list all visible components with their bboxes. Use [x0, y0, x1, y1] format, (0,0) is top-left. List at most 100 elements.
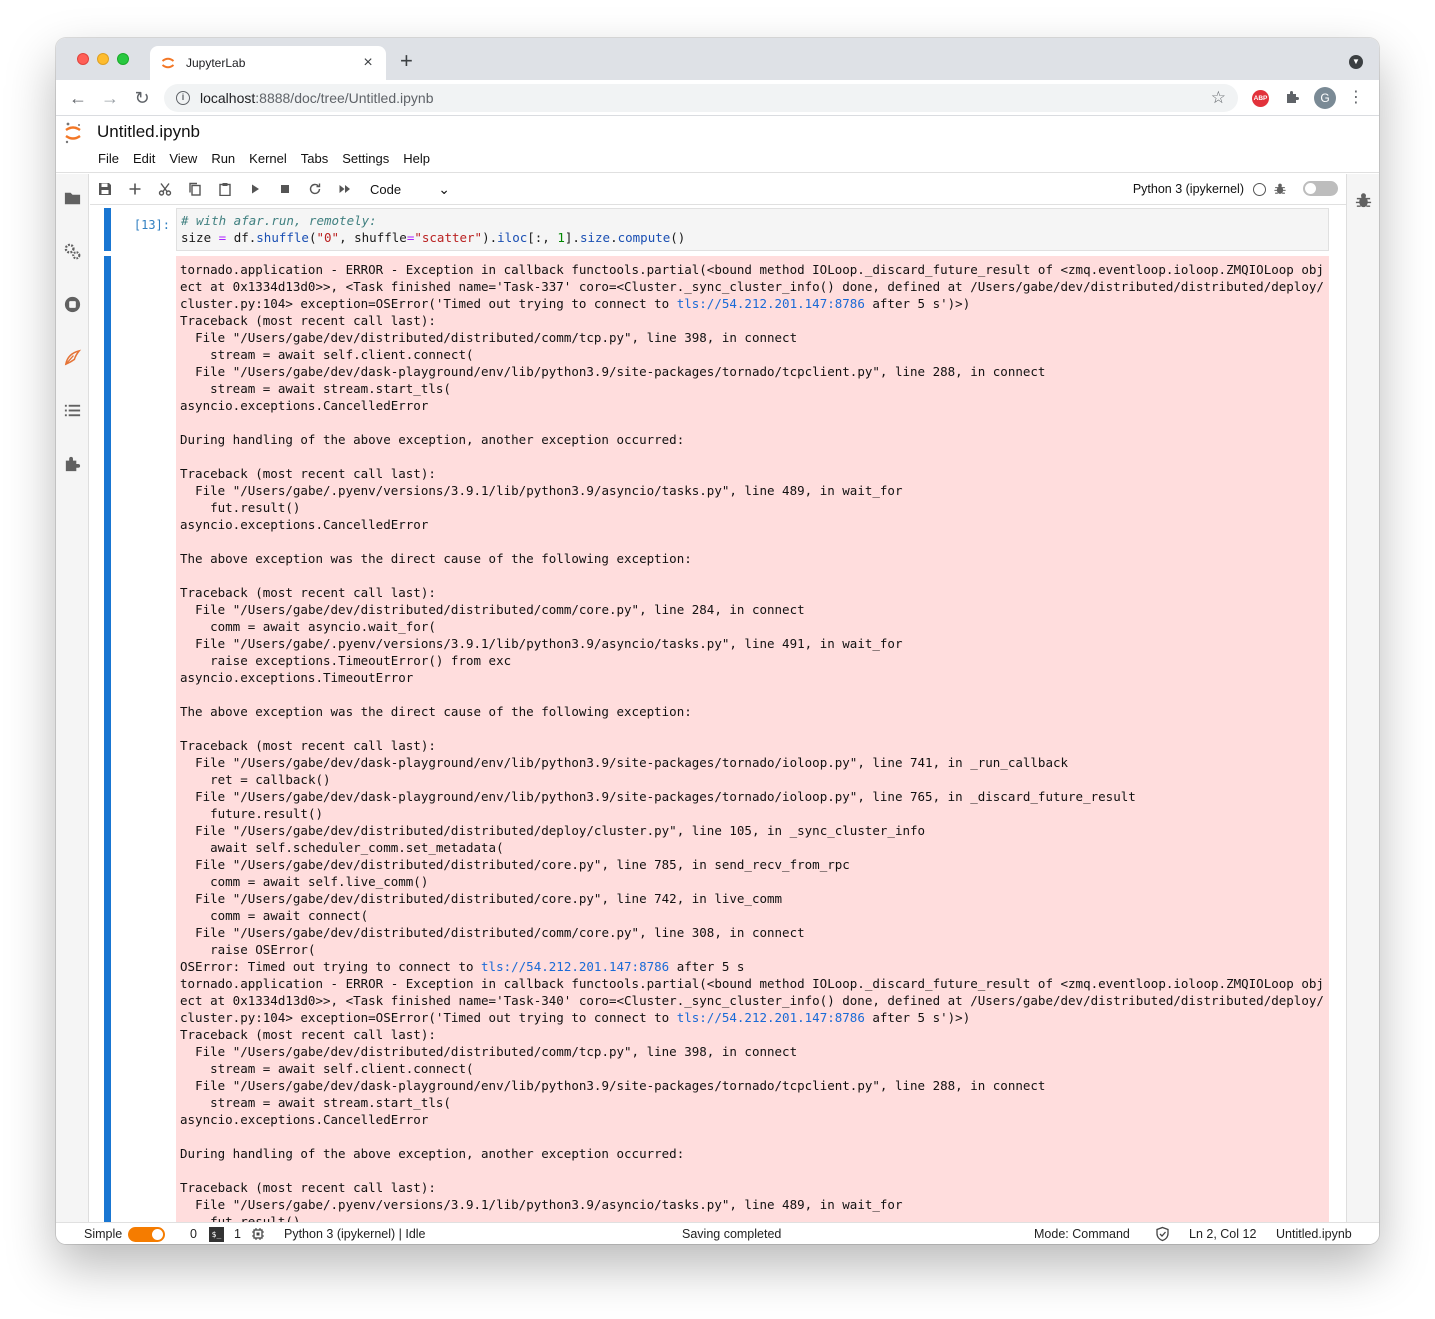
notebook-toolbar: Code ⌄ Python 3 (ipykernel): [90, 174, 1346, 205]
stderr-link[interactable]: tls://54.212.201.147:8786: [677, 296, 865, 311]
tab-close-icon[interactable]: ×: [360, 55, 376, 71]
cell-output-stderr[interactable]: tornado.application - ERROR - Exception …: [176, 256, 1329, 1222]
insert-cell-button[interactable]: [120, 177, 150, 201]
tab-search-icon[interactable]: ▼: [1349, 55, 1363, 69]
url-text[interactable]: localhost:8888/doc/tree/Untitled.ipynb: [200, 90, 1211, 106]
code-token: , shuffle: [339, 230, 407, 245]
stderr-link[interactable]: tls://54.212.201.147:8786: [481, 959, 669, 974]
status-bar: Simple 0 $_ 1 Python 3 (ipykernel) | Idl…: [56, 1222, 1379, 1244]
debugger-bug-icon[interactable]: [1354, 191, 1373, 210]
chevron-down-icon: ⌄: [438, 181, 450, 197]
mode-indicator: Mode: Command: [1034, 1227, 1130, 1241]
menu-tabs[interactable]: Tabs: [294, 151, 335, 166]
code-token: size: [181, 230, 219, 245]
jupyter-main-area: Code ⌄ Python 3 (ipykernel) [13]: # with…: [56, 174, 1379, 1222]
url-path: :8888/doc/tree/Untitled.ipynb: [255, 90, 434, 106]
code-token: ).: [482, 230, 498, 245]
cut-cell-button[interactable]: [150, 177, 180, 201]
minimize-window-button[interactable]: [97, 53, 109, 65]
kernel-chip-icon[interactable]: [251, 1227, 265, 1241]
refresh-icon: [309, 183, 321, 195]
kernel-status-text[interactable]: Python 3 (ipykernel) | Idle: [284, 1227, 426, 1241]
address-bar[interactable]: i localhost:8888/doc/tree/Untitled.ipynb…: [164, 84, 1238, 112]
document-title[interactable]: Untitled.ipynb: [97, 122, 200, 142]
cell-type-dropdown[interactable]: Code ⌄: [370, 182, 450, 197]
copy-icon: [189, 182, 201, 196]
output-collapser[interactable]: [104, 256, 111, 1222]
kernels-count[interactable]: 1: [234, 1227, 241, 1241]
menu-run[interactable]: Run: [204, 151, 242, 166]
browser-toolbar: ← → ↻ i localhost:8888/doc/tree/Untitled…: [56, 80, 1379, 116]
menu-help[interactable]: Help: [396, 151, 437, 166]
adblock-plus-extension-icon[interactable]: ABP: [1252, 90, 1269, 107]
input-prompt: [13]:: [133, 218, 170, 232]
plus-icon: [129, 183, 141, 195]
extension-leaf-icon[interactable]: [63, 348, 82, 367]
debugger-toggle-bug-icon[interactable]: [1273, 182, 1287, 196]
paste-cell-button[interactable]: [210, 177, 240, 201]
simple-mode-label: Simple: [84, 1227, 123, 1241]
left-sidebar: [56, 174, 89, 1222]
right-sidebar: [1346, 174, 1379, 1222]
code-cell-editor[interactable]: # with afar.run, remotely: size = df.shu…: [176, 208, 1329, 251]
run-cell-button[interactable]: [240, 177, 270, 201]
extensions-puzzle-icon[interactable]: [1284, 88, 1302, 106]
kernel-idle-status-icon: [1253, 183, 1266, 196]
copy-cell-button[interactable]: [180, 177, 210, 201]
close-window-button[interactable]: [77, 53, 89, 65]
reload-icon[interactable]: ↻: [130, 86, 154, 110]
code-token: shuffle: [256, 230, 309, 245]
forward-arrow-icon[interactable]: →: [98, 86, 122, 110]
restart-run-all-button[interactable]: [330, 177, 360, 201]
cell-type-value: Code: [370, 181, 402, 197]
menu-view[interactable]: View: [162, 151, 204, 166]
code-token: ].: [564, 230, 580, 245]
input-collapser[interactable]: [104, 208, 111, 251]
debugger-switch[interactable]: [1303, 181, 1338, 196]
code-token: (): [670, 230, 686, 245]
stderr-chunk: after 5 s')>) Traceback (most recent cal…: [180, 296, 1136, 974]
menu-edit[interactable]: Edit: [126, 151, 162, 166]
interrupt-kernel-button[interactable]: [270, 177, 300, 201]
save-button[interactable]: [90, 177, 120, 201]
menu-settings[interactable]: Settings: [335, 151, 396, 166]
extension-manager-puzzle-icon[interactable]: [63, 454, 82, 473]
menu-kernel[interactable]: Kernel: [242, 151, 294, 166]
main-menubar: File Edit View Run Kernel Tabs Settings …: [91, 151, 437, 166]
browser-tab-jupyterlab[interactable]: JupyterLab ×: [150, 46, 386, 80]
profile-avatar[interactable]: G: [1314, 87, 1336, 109]
folder-icon[interactable]: [63, 189, 82, 208]
terminals-count[interactable]: 0: [190, 1227, 197, 1241]
jupyter-logo-icon[interactable]: [63, 121, 83, 145]
code-token: size: [579, 230, 611, 245]
new-tab-button[interactable]: +: [400, 50, 413, 72]
trusted-shield-icon[interactable]: [1155, 1226, 1170, 1242]
restart-kernel-button[interactable]: [300, 177, 330, 201]
saving-status: Saving completed: [682, 1227, 782, 1241]
running-gears-icon[interactable]: [63, 242, 82, 261]
code-token: iloc: [497, 230, 528, 245]
clipboard-icon: [219, 183, 231, 196]
simple-mode-switch[interactable]: [128, 1227, 165, 1242]
browser-window: JupyterLab × + ▼ ← → ↻ i localhost:8888/…: [56, 38, 1379, 1244]
code-token: .: [610, 230, 618, 245]
cursor-position[interactable]: Ln 2, Col 12: [1189, 1227, 1256, 1241]
code-token: df.: [226, 230, 257, 245]
stop-square-icon: [281, 185, 289, 193]
table-of-contents-icon[interactable]: [63, 401, 82, 420]
back-arrow-icon[interactable]: ←: [66, 86, 90, 110]
browser-menu-icon[interactable]: ⋮: [1348, 87, 1364, 109]
zoom-window-button[interactable]: [117, 53, 129, 65]
site-info-icon[interactable]: i: [176, 91, 190, 105]
stderr-link[interactable]: tls://54.212.201.147:8786: [677, 1010, 865, 1025]
menu-file[interactable]: File: [91, 151, 126, 166]
stop-circle-icon[interactable]: [63, 295, 82, 314]
scissors-icon: [158, 183, 172, 196]
code-token: "scatter": [414, 230, 483, 245]
kernel-name-button[interactable]: Python 3 (ipykernel): [1133, 182, 1244, 196]
code-token: 1: [557, 230, 565, 245]
terminal-icon[interactable]: $_: [209, 1227, 224, 1242]
notebook-panel[interactable]: [13]: # with afar.run, remotely: size = …: [90, 205, 1346, 1222]
play-icon: [252, 184, 259, 194]
bookmark-star-icon[interactable]: ☆: [1211, 88, 1226, 108]
